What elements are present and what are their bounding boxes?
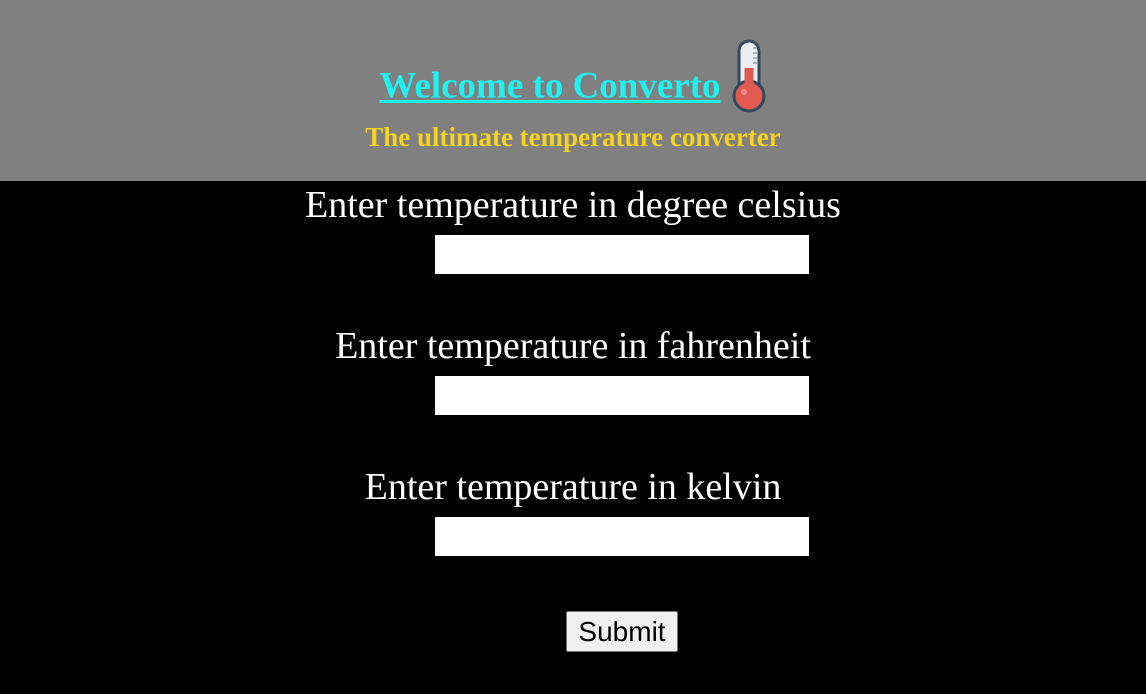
site-title-link[interactable]: Welcome to Converto (379, 66, 720, 107)
fahrenheit-label: Enter temperature in fahrenheit (335, 325, 811, 367)
celsius-label: Enter temperature in degree celsius (305, 184, 841, 226)
title-row: Welcome to Converto (0, 39, 1146, 124)
fahrenheit-input[interactable] (435, 376, 809, 415)
subtitle: The ultimate temperature converter (365, 122, 781, 152)
celsius-input[interactable] (435, 235, 809, 274)
kelvin-input[interactable] (435, 517, 809, 556)
thermometer-icon (731, 38, 767, 114)
page-header: Welcome to Converto The ultimate tempera… (0, 0, 1146, 181)
submit-button[interactable]: Submit (566, 611, 678, 652)
kelvin-label: Enter temperature in kelvin (364, 466, 782, 508)
